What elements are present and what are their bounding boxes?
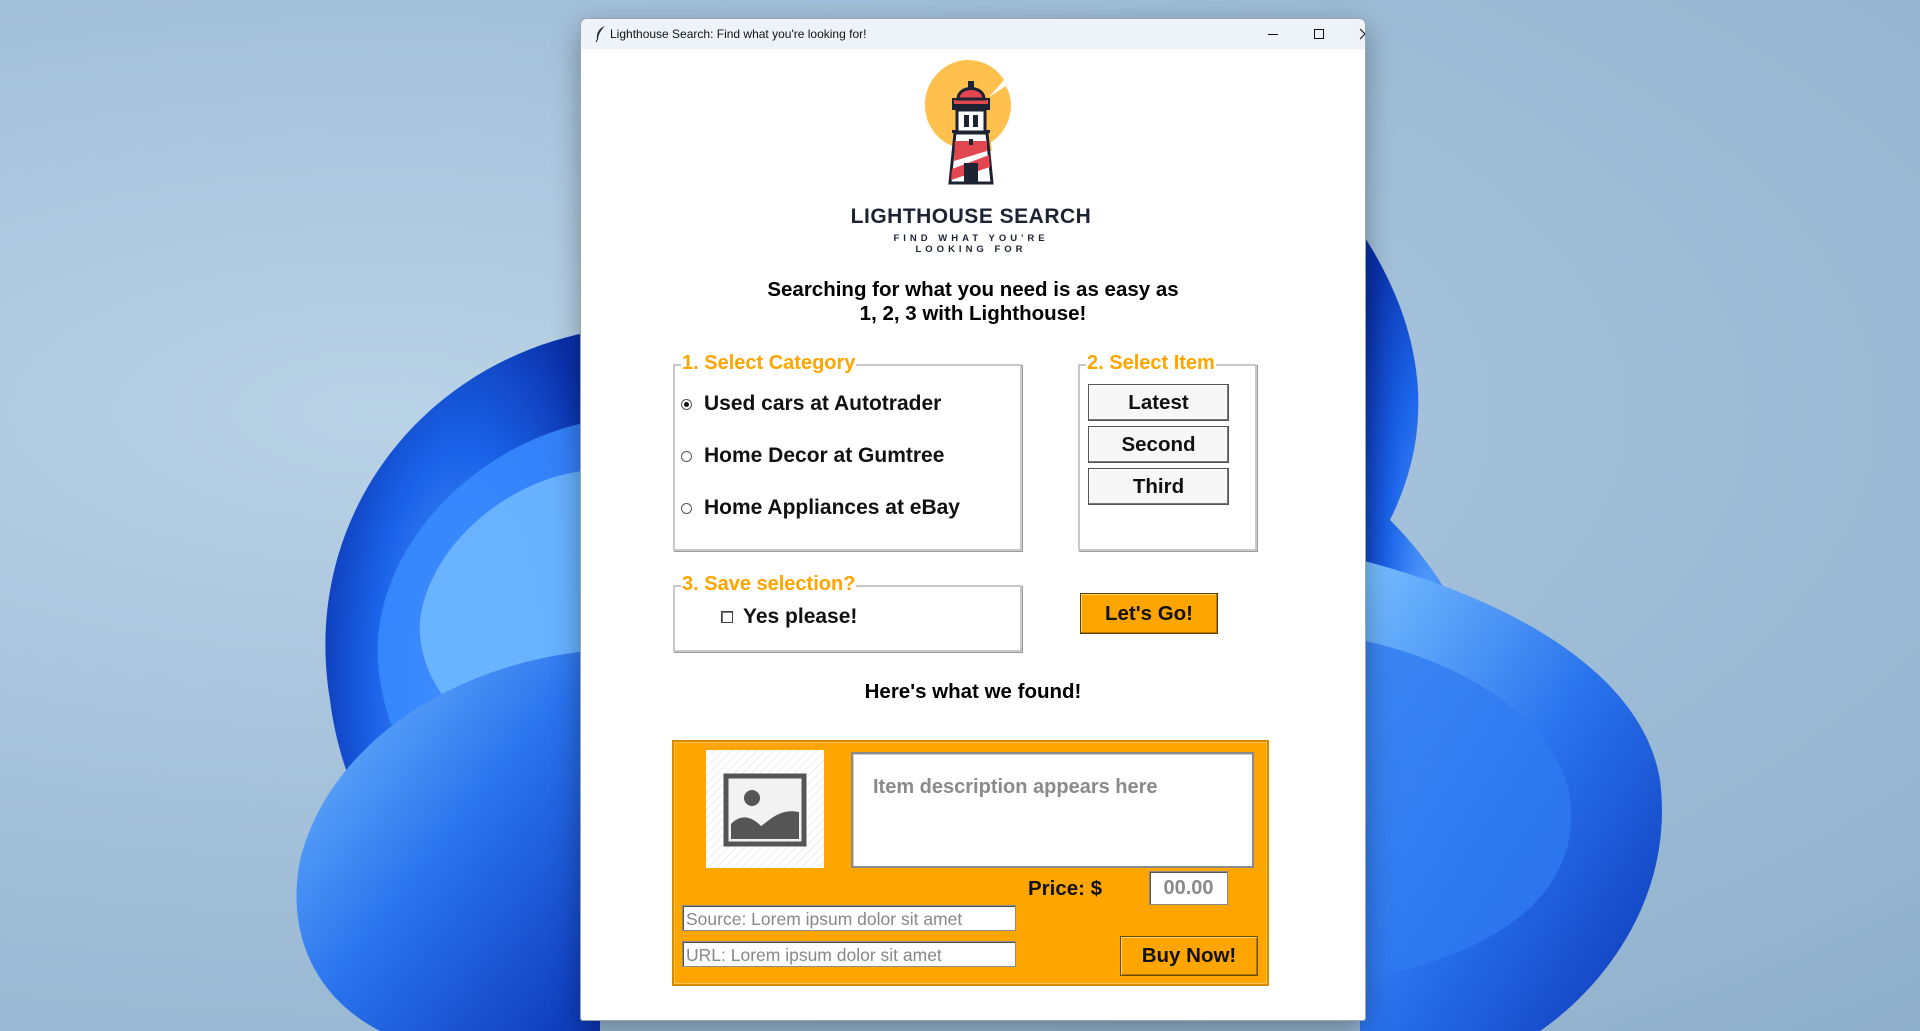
- latest-button[interactable]: Latest: [1088, 384, 1229, 421]
- category-legend: 1. Select Category: [681, 352, 857, 374]
- third-button[interactable]: Third: [1088, 468, 1229, 505]
- minimize-icon: [1268, 34, 1278, 35]
- radio-home-decor[interactable]: Home Decor at Gumtree: [681, 444, 944, 468]
- lets-go-button[interactable]: Let's Go!: [1080, 593, 1218, 634]
- price-field[interactable]: 00.00: [1149, 871, 1228, 905]
- radio-home-appliances[interactable]: Home Appliances at eBay: [681, 496, 960, 520]
- result-panel: Item description appears here Price: $ 0…: [672, 740, 1269, 986]
- price-label: Price: $: [1028, 877, 1103, 900]
- radio-label: Home Appliances at eBay: [704, 496, 960, 519]
- lighthouse-icon: [925, 60, 1011, 185]
- save-checkbox[interactable]: [721, 611, 733, 623]
- feather-icon: [595, 26, 605, 43]
- radio-used-cars[interactable]: Used cars at Autotrader: [681, 392, 941, 416]
- logo-wordmark: LIGHTHOUSE SEARCH: [850, 205, 1092, 228]
- category-group: 1. Select Category Used cars at Autotrad…: [673, 352, 1022, 551]
- save-legend: 3. Save selection?: [681, 573, 857, 595]
- close-button[interactable]: [1342, 19, 1365, 49]
- minimize-button[interactable]: [1250, 19, 1296, 49]
- radio-button[interactable]: [681, 450, 692, 462]
- item-legend: 2. Select Item: [1086, 352, 1216, 374]
- save-checkbox-label: Yes please!: [743, 605, 858, 628]
- results-heading: Here's what we found!: [864, 680, 1082, 703]
- title-bar[interactable]: Lighthouse Search: Find what you're look…: [581, 19, 1365, 49]
- buy-now-button[interactable]: Buy Now!: [1120, 936, 1258, 976]
- description-placeholder: Item description appears here: [873, 776, 1158, 798]
- maximize-button[interactable]: [1296, 19, 1342, 49]
- radio-label: Home Decor at Gumtree: [704, 444, 945, 467]
- logo-tagline-line2: LOOKING FOR: [915, 244, 1027, 255]
- intro-line2: 1, 2, 3 with Lighthouse!: [859, 302, 1087, 325]
- source-field[interactable]: Source: Lorem ipsum dolor sit amet: [682, 905, 1016, 931]
- close-icon: [1359, 28, 1365, 40]
- radio-button[interactable]: [681, 502, 692, 514]
- save-group: 3. Save selection? Yes please!: [673, 573, 1022, 652]
- url-field[interactable]: URL: Lorem ipsum dolor sit amet: [682, 941, 1016, 967]
- radio-button[interactable]: [681, 398, 692, 410]
- second-button[interactable]: Second: [1088, 426, 1229, 463]
- save-checkbox-row[interactable]: Yes please!: [721, 605, 857, 629]
- item-description[interactable]: Item description appears here: [851, 752, 1254, 868]
- radio-label: Used cars at Autotrader: [704, 392, 942, 415]
- item-group: 2. Select Item Latest Second Third: [1078, 352, 1257, 551]
- maximize-icon: [1314, 29, 1324, 39]
- image-placeholder-icon: [706, 750, 824, 868]
- intro-line1: Searching for what you need is as easy a…: [767, 278, 1179, 301]
- item-image: [706, 750, 824, 868]
- app-window: Lighthouse Search: Find what you're look…: [581, 19, 1365, 1020]
- window-title: Lighthouse Search: Find what you're look…: [610, 27, 867, 41]
- lighthouse-logo: LIGHTHOUSE SEARCH FIND WHAT YOU'RE LOOKI…: [821, 55, 1121, 265]
- logo-tagline-line1: FIND WHAT YOU'RE: [893, 233, 1049, 244]
